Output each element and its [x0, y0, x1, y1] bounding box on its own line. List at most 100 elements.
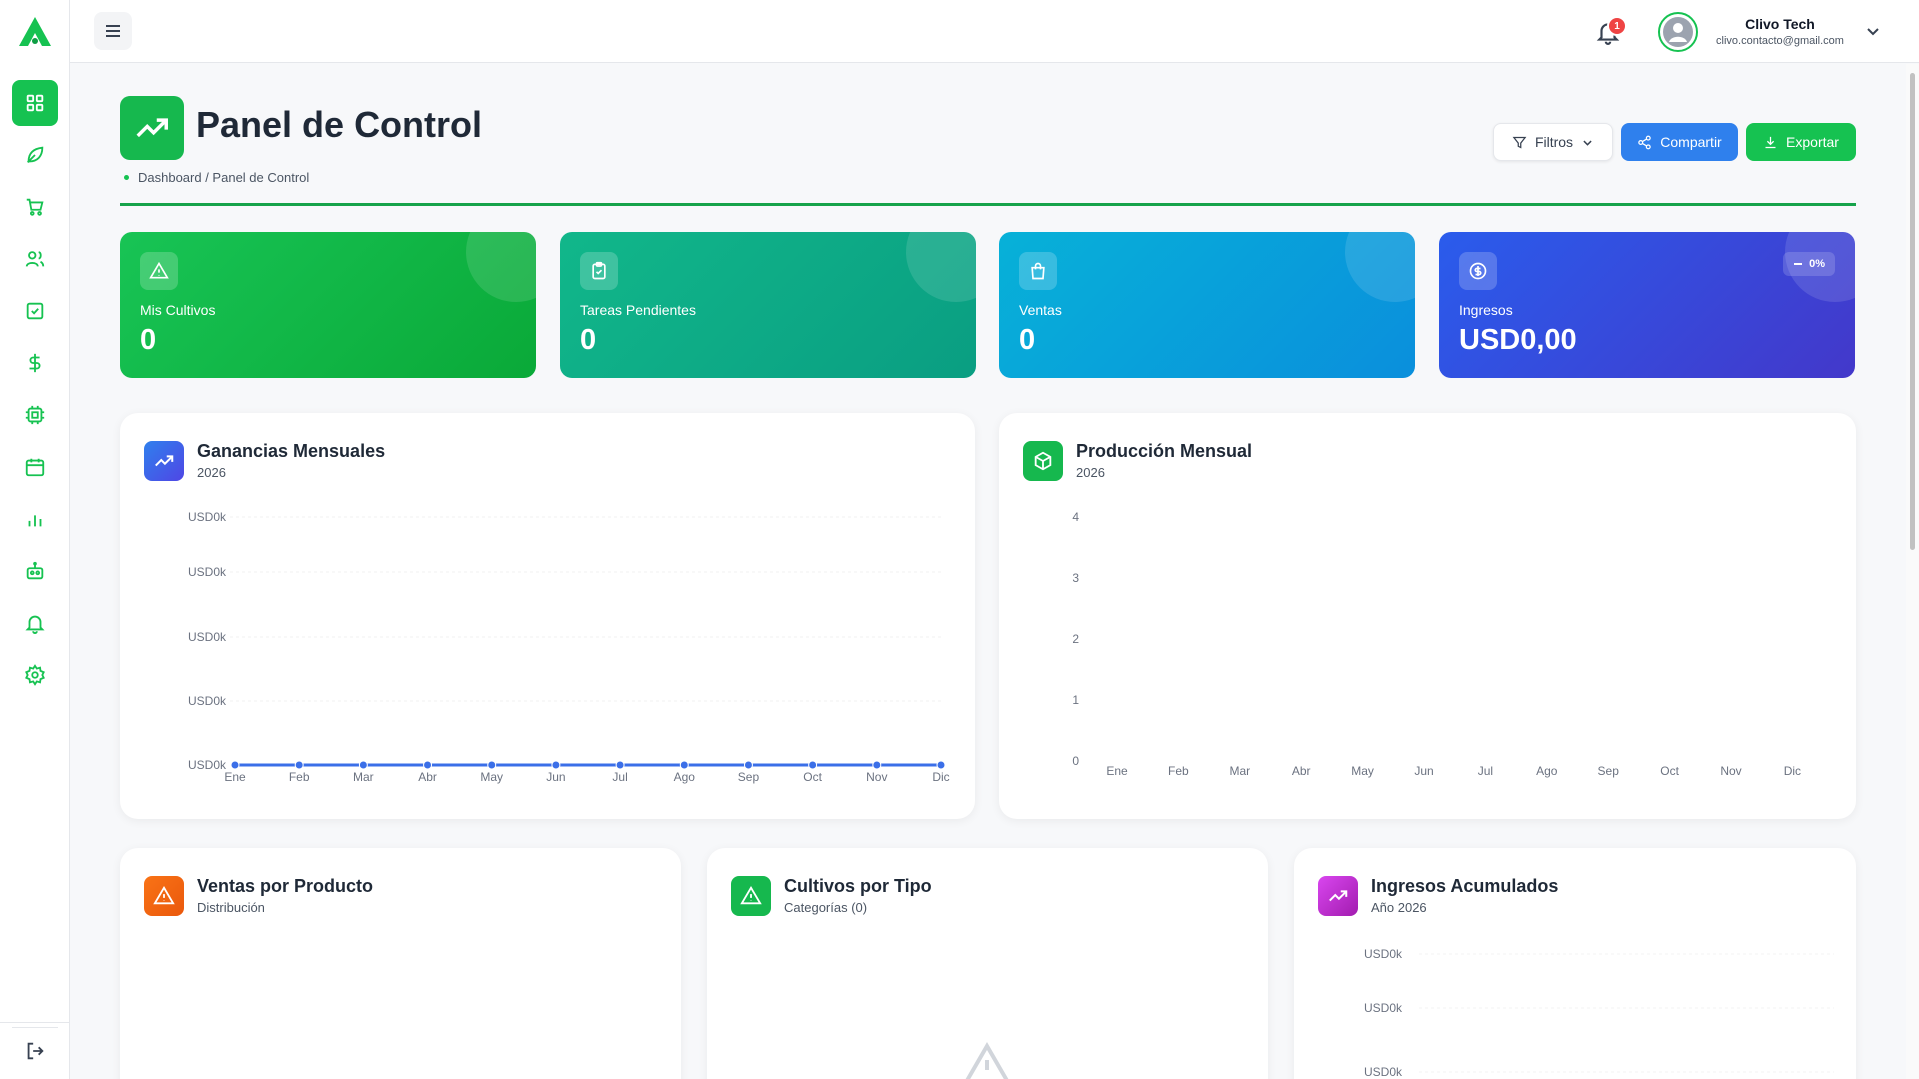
- card-monthly-production: Producción Mensual 2026 4 3 2 1 0 Ene Feb Mar Ab…: [999, 413, 1856, 819]
- stat-label: Tareas Pendientes: [580, 302, 696, 318]
- card-crops-by-type: Cultivos por Tipo Categorías (0): [707, 848, 1268, 1079]
- stat-card-sales[interactable]: Ventas 0: [999, 232, 1415, 378]
- sidebar-item-finances[interactable]: [12, 340, 58, 386]
- warning-triangle-icon: [731, 876, 771, 916]
- sidebar-item-crops[interactable]: [12, 132, 58, 178]
- y-tick-label: USD0k: [1364, 1001, 1403, 1015]
- minus-icon: [1793, 259, 1803, 269]
- stat-value: USD0,00: [1459, 324, 1577, 356]
- x-tick-label: Feb: [1168, 764, 1189, 778]
- breadcrumb-dot: [124, 175, 129, 180]
- y-tick-label: USD0k: [188, 694, 227, 708]
- stat-card-income[interactable]: 0% Ingresos USD0,00: [1439, 232, 1855, 378]
- stat-value: 0: [1019, 324, 1036, 356]
- cumulative-income-chart[interactable]: USD0k USD0k USD0k: [1294, 848, 1856, 1079]
- x-tick-label: Ene: [224, 770, 246, 784]
- dollar-icon: [24, 352, 46, 374]
- monthly-production-chart[interactable]: 4 3 2 1 0 Ene Feb Mar Abr May Jun Jul Ago Sep Oct Nov Di…: [999, 413, 1856, 819]
- sidebar-item-settings[interactable]: [12, 652, 58, 698]
- avatar[interactable]: [1658, 12, 1698, 52]
- header-divider: [120, 203, 1856, 206]
- y-tick-label: 1: [1072, 693, 1079, 707]
- cart-icon: [24, 196, 46, 218]
- card-sales-by-product: Ventas por Producto Distribución: [120, 848, 681, 1079]
- y-tick-label: 2: [1072, 632, 1079, 646]
- sidebar-item-reports[interactable]: [12, 496, 58, 542]
- stat-card-pending-tasks[interactable]: Tareas Pendientes 0: [560, 232, 976, 378]
- logout-icon: [24, 1040, 46, 1062]
- app-logo-icon[interactable]: [17, 15, 53, 49]
- sidebar-item-sales[interactable]: [12, 184, 58, 230]
- share-button[interactable]: Compartir: [1621, 123, 1738, 161]
- card-title: Cultivos por Tipo: [784, 876, 932, 896]
- decorative-circle: [906, 232, 976, 302]
- users-icon: [24, 248, 46, 270]
- breadcrumb-text[interactable]: Dashboard / Panel de Control: [138, 170, 309, 185]
- decorative-circle: [1345, 232, 1415, 302]
- data-point: [551, 760, 561, 770]
- sidebar-item-assistant[interactable]: [12, 548, 58, 594]
- chevron-down-icon[interactable]: [1864, 22, 1882, 40]
- x-tick-label: Abr: [418, 770, 437, 784]
- sidebar-item-dashboard[interactable]: [12, 80, 58, 126]
- x-tick-label: Ago: [1536, 764, 1558, 778]
- x-tick-label: Dic: [932, 770, 949, 784]
- x-tick-label: Mar: [353, 770, 374, 784]
- share-label: Compartir: [1660, 134, 1722, 150]
- data-point: [808, 760, 818, 770]
- sidebar-divider: [0, 1022, 70, 1023]
- x-tick-label: Ene: [1106, 764, 1128, 778]
- x-tick-label: Jul: [612, 770, 627, 784]
- bar-chart-icon: [24, 508, 46, 530]
- clipboard-check-icon: [580, 252, 618, 290]
- data-point: [294, 760, 304, 770]
- data-point: [230, 760, 240, 770]
- logout-button[interactable]: [12, 1027, 58, 1073]
- sidebar-item-users[interactable]: [12, 236, 58, 282]
- decorative-circle: [466, 232, 536, 302]
- data-point: [358, 760, 368, 770]
- empty-state-triangle-icon: [962, 1042, 1012, 1079]
- sidebar-item-tasks[interactable]: [12, 288, 58, 334]
- stat-value: 0: [580, 324, 597, 356]
- x-tick-label: Jun: [546, 770, 565, 784]
- x-tick-label: Jun: [1414, 764, 1433, 778]
- export-label: Exportar: [1786, 134, 1839, 150]
- x-tick-label: May: [1351, 764, 1374, 778]
- page-title: Panel de Control: [196, 104, 483, 145]
- x-tick-label: Nov: [1720, 764, 1741, 778]
- x-tick-label: Oct: [803, 770, 822, 784]
- monthly-profit-chart[interactable]: USD0kUSD0kUSD0kUSD0kUSD0kEne Feb Mar Abr May…: [120, 413, 975, 819]
- robot-icon: [24, 560, 46, 582]
- y-tick-label: 0: [1072, 754, 1079, 768]
- sidebar-item-notifications[interactable]: [12, 600, 58, 646]
- y-tick-label: USD0k: [1364, 947, 1403, 961]
- sidebar-item-calendar[interactable]: [12, 444, 58, 490]
- filter-label: Filtros: [1534, 134, 1574, 150]
- stat-label: Ventas: [1019, 302, 1062, 318]
- shopping-bag-icon: [1019, 252, 1057, 290]
- data-point: [423, 760, 433, 770]
- x-tick-label: Mar: [1229, 764, 1250, 778]
- y-tick-label: USD0k: [188, 565, 227, 579]
- data-point: [679, 760, 689, 770]
- filter-button[interactable]: Filtros: [1493, 123, 1613, 161]
- menu-toggle-button[interactable]: [94, 12, 132, 50]
- x-tick-label: Jul: [1478, 764, 1493, 778]
- stat-card-crops[interactable]: Mis Cultivos 0: [120, 232, 536, 378]
- notification-badge: 1: [1609, 18, 1625, 34]
- top-header: 1 Clivo Tech clivo.contacto@gmail.com: [70, 0, 1919, 63]
- scrollbar-thumb[interactable]: [1910, 73, 1915, 550]
- trending-up-icon: [120, 96, 184, 160]
- warning-triangle-icon: [144, 876, 184, 916]
- user-email: clivo.contacto@gmail.com: [1716, 35, 1844, 47]
- export-button[interactable]: Exportar: [1746, 123, 1856, 161]
- y-tick-label: USD0k: [188, 510, 227, 524]
- user-name[interactable]: Clivo Tech: [1710, 16, 1850, 32]
- trend-badge: 0%: [1783, 252, 1835, 276]
- dollar-circle-icon: [1459, 252, 1497, 290]
- y-tick-label: USD0k: [188, 758, 227, 772]
- sidebar-item-devices[interactable]: [12, 392, 58, 438]
- x-tick-label: Ago: [674, 770, 696, 784]
- trend-value: 0%: [1809, 258, 1825, 270]
